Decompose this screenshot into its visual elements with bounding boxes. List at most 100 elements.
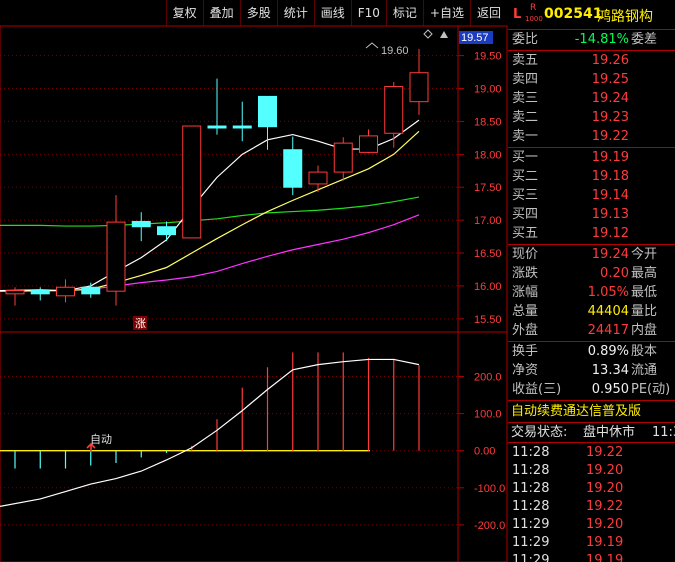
ask-price: 19.24 xyxy=(591,91,629,106)
quote-label: 现价 xyxy=(512,247,539,262)
fund-label2: 流通 xyxy=(631,363,658,378)
ask-price: 19.25 xyxy=(591,72,629,87)
limit-up-marker: 涨 xyxy=(135,317,146,330)
stock-kline-window: 复权 叠加 多股 统计 画线 F10 标记 +自选 返回 19.50 19.00 1… xyxy=(0,0,675,562)
tick-price: 19.19 xyxy=(586,553,624,562)
kline-chart[interactable]: 19.50 19.00 18.50 18.00 17.50 17.00 16.50 16.00… xyxy=(0,0,508,562)
bid-label: 买五 xyxy=(512,226,539,241)
bid-price: 19.12 xyxy=(591,226,629,241)
candle-body xyxy=(56,286,75,297)
ask-label: 卖二 xyxy=(512,110,539,125)
diamond-icon[interactable] xyxy=(423,29,433,39)
price-tick-label: 18.00 xyxy=(474,149,502,161)
fund-row: 净资 13.34 流通 xyxy=(508,361,675,380)
tick-time: 11:28 xyxy=(512,463,550,478)
macd-tick-label: 0.00 xyxy=(474,446,495,458)
tick-price: 19.19 xyxy=(586,535,624,550)
tick-row[interactable]: 11:29 19.20 xyxy=(508,516,675,534)
macd-line xyxy=(0,358,420,507)
ask-row: 卖五 19.26 xyxy=(508,51,675,70)
weibi-label: 委比 xyxy=(512,32,539,47)
tick-time: 11:29 xyxy=(512,553,550,562)
candle-body xyxy=(232,125,252,129)
bid-row: 买四 19.13 xyxy=(508,205,675,224)
candle-body xyxy=(131,220,151,228)
ask-row: 卖二 19.23 xyxy=(508,108,675,127)
bid-price: 19.14 xyxy=(591,188,629,203)
quote-row: 现价 19.24 今开 xyxy=(508,245,675,264)
quote-label2: 今开 xyxy=(631,247,658,262)
quote-value: 19.24 xyxy=(591,247,629,262)
ask-price: 19.22 xyxy=(591,129,629,144)
fund-row: 换手 0.89% 股本 xyxy=(508,342,675,361)
tick-row[interactable]: 11:28 19.22 xyxy=(508,444,675,462)
tick-row[interactable]: 11:28 19.20 xyxy=(508,480,675,498)
quote-label2: 最低 xyxy=(631,285,658,300)
price-tick-label: 17.00 xyxy=(474,215,502,227)
ask-label: 卖三 xyxy=(512,91,539,106)
ask-price: 19.23 xyxy=(591,110,629,125)
macd-tick-label: 100.0 xyxy=(474,409,502,421)
macd-grid xyxy=(0,376,458,526)
divider xyxy=(508,400,675,401)
triangle-icon[interactable] xyxy=(440,31,448,38)
bid-row: 买二 19.18 xyxy=(508,167,675,186)
quote-value: 1.05% xyxy=(587,285,629,300)
trade-status-value: 盘中休市 xyxy=(583,425,636,440)
quote-label2: 内盘 xyxy=(631,323,658,338)
fund-label: 净资 xyxy=(512,363,539,378)
candle-body xyxy=(409,72,429,103)
macd-tick-label: 200.0 xyxy=(474,372,502,384)
fund-label2: 股本 xyxy=(631,344,658,359)
candle-body xyxy=(359,135,378,153)
high-annotation: 19.60 xyxy=(381,45,409,57)
auto-label: 自动 xyxy=(90,433,112,446)
bid-row: 买三 19.14 xyxy=(508,186,675,205)
stock-title: L R 1000 002541 鸿路钢构 xyxy=(508,0,675,30)
candle-body xyxy=(207,125,227,129)
fund-row: 收益(三) 0.950 PE(动) xyxy=(508,380,675,399)
weibi-row: 委比 -14.81% 委差 xyxy=(508,30,675,49)
tick-row[interactable]: 11:29 19.19 xyxy=(508,534,675,552)
stock-name: 鸿路钢构 xyxy=(597,9,653,25)
tick-price: 19.20 xyxy=(586,463,624,478)
candle-body xyxy=(258,95,277,128)
divider xyxy=(508,442,675,443)
candle-body xyxy=(384,86,404,134)
high-marker-icon xyxy=(365,42,379,49)
price-tick-label: 15.50 xyxy=(474,314,502,326)
badge-small: 1000 xyxy=(525,15,543,23)
price-tick-label: 18.50 xyxy=(474,116,502,128)
badge-r: R xyxy=(530,3,537,13)
ask-row: 卖一 19.22 xyxy=(508,127,675,146)
bid-price: 19.19 xyxy=(591,150,629,165)
current-price-tag: 19.57 xyxy=(461,32,489,44)
fund-value: 0.950 xyxy=(591,382,629,397)
candle-body xyxy=(333,142,353,173)
trade-status-time: 11:3 xyxy=(652,425,675,440)
tick-row[interactable]: 11:29 19.19 xyxy=(508,552,675,562)
bid-price: 19.13 xyxy=(591,207,629,222)
tick-price: 19.22 xyxy=(586,499,624,514)
tick-row[interactable]: 11:28 19.22 xyxy=(508,498,675,516)
price-tick-label: 19.50 xyxy=(474,51,502,63)
bid-label: 买四 xyxy=(512,207,539,222)
fund-label2: PE(动) xyxy=(631,382,671,397)
ticker-text[interactable]: 自动续费通达信普及版 xyxy=(511,402,641,421)
ask-label: 卖五 xyxy=(512,53,539,68)
quote-value: 0.20 xyxy=(600,266,629,281)
candle-body xyxy=(30,290,50,295)
fund-value: 0.89% xyxy=(587,344,629,359)
price-axis: 19.50 19.00 18.50 18.00 17.50 17.00 16.50 16.00… xyxy=(458,51,502,326)
tick-time: 11:29 xyxy=(512,517,550,532)
quote-label: 涨跌 xyxy=(512,266,539,281)
quote-row: 涨跌 0.20 最高 xyxy=(508,264,675,283)
trade-status-row: 交易状态: 盘中休市 11:3 xyxy=(508,423,675,442)
ma-yellow-line xyxy=(0,130,420,292)
tick-row[interactable]: 11:28 19.20 xyxy=(508,462,675,480)
quote-label: 外盘 xyxy=(512,323,539,338)
ticker-row[interactable]: 自动续费通达信普及版 xyxy=(508,402,675,422)
weicha-label: 委差 xyxy=(631,32,658,47)
badge-l: L xyxy=(513,7,522,22)
ma-white-line xyxy=(0,119,420,292)
